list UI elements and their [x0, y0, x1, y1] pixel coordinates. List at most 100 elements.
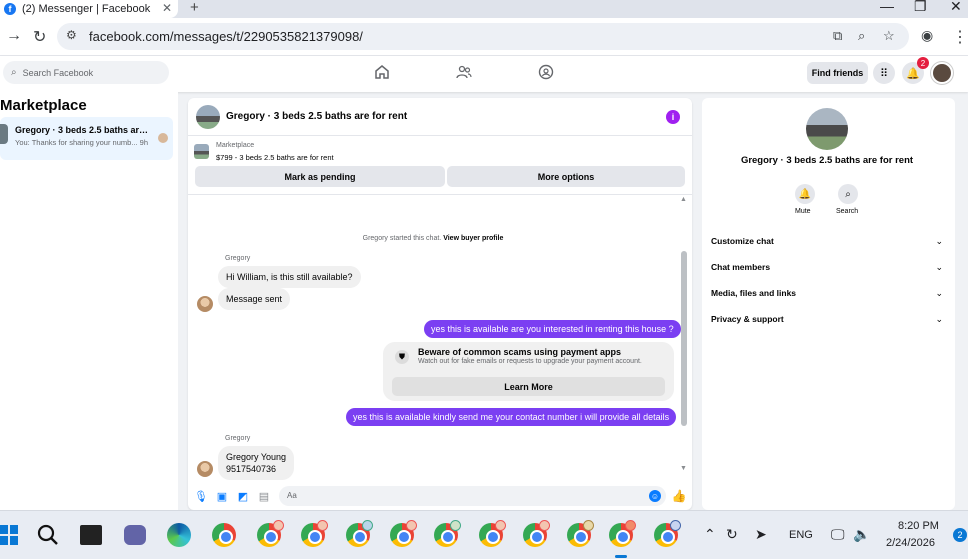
- edge-icon[interactable]: [167, 523, 191, 547]
- zoom-icon[interactable]: ⌕: [858, 28, 865, 44]
- teams-icon[interactable]: [124, 525, 146, 545]
- sync-icon[interactable]: ↻: [726, 526, 738, 543]
- facebook-search-input[interactable]: ⌕ Search Facebook: [3, 61, 169, 84]
- view-buyer-profile-link[interactable]: View buyer profile: [443, 235, 503, 242]
- message-input[interactable]: Aa ☺: [279, 486, 666, 506]
- close-window-button[interactable]: ✕: [950, 0, 962, 15]
- task-view-icon[interactable]: [80, 525, 102, 545]
- sender-avatar[interactable]: [197, 296, 213, 312]
- microphone-icon[interactable]: 🎙: [194, 490, 208, 503]
- sender-avatar[interactable]: [197, 461, 213, 477]
- sticker-icon[interactable]: ◩: [237, 490, 249, 503]
- forward-icon[interactable]: →: [6, 27, 22, 45]
- chat-members-row[interactable]: Chat members ⌄: [711, 259, 943, 275]
- outgoing-message[interactable]: yes this is available kindly send me you…: [346, 408, 677, 426]
- learn-more-button[interactable]: Learn More: [392, 377, 665, 396]
- minimize-button[interactable]: —: [880, 0, 894, 14]
- privacy-support-row[interactable]: Privacy & support ⌄: [711, 311, 943, 327]
- marketplace-conversations-panel: Marketplace Gregory · 3 beds 2.5 baths a…: [0, 92, 178, 510]
- mark-as-pending-button[interactable]: Mark as pending: [195, 166, 445, 187]
- url-text[interactable]: facebook.com/messages/t/2290535821379098…: [89, 29, 363, 44]
- find-friends-button[interactable]: Find friends: [807, 62, 868, 84]
- emoji-icon[interactable]: ☺: [649, 490, 661, 502]
- row-label: Privacy & support: [711, 314, 784, 324]
- media-files-links-row[interactable]: Media, files and links ⌄: [711, 285, 943, 301]
- chrome-profile-icon[interactable]: [301, 520, 328, 547]
- url-omnibox[interactable]: ⚙ facebook.com/messages/t/22905358213790…: [57, 23, 909, 50]
- clock-date[interactable]: 2/24/2026: [886, 537, 935, 549]
- chrome-profile-icon[interactable]: [523, 520, 550, 547]
- search-placeholder: Search Facebook: [22, 67, 94, 78]
- profile-icon[interactable]: ◉: [921, 27, 933, 44]
- menu-grid-icon[interactable]: ⠿: [873, 62, 895, 84]
- outgoing-message[interactable]: yes this is available are you interested…: [424, 320, 681, 338]
- network-icon[interactable]: 🖵: [831, 526, 845, 543]
- notification-badge: 2: [917, 57, 929, 69]
- chrome-profile-icon[interactable]: [567, 520, 594, 547]
- chrome-active-icon[interactable]: [609, 520, 636, 547]
- chevron-down-icon: ⌄: [935, 287, 943, 298]
- incoming-message[interactable]: Gregory Young 9517540736: [218, 446, 295, 480]
- chrome-icon[interactable]: [212, 523, 236, 547]
- reload-icon[interactable]: ↻: [33, 27, 46, 47]
- groups-icon[interactable]: [538, 64, 554, 80]
- chrome-profile-icon[interactable]: [479, 520, 506, 547]
- system-note: Gregory started this chat. View buyer pr…: [188, 235, 678, 242]
- photo-icon[interactable]: ▣: [216, 490, 228, 503]
- profile-badge-icon: [317, 520, 328, 531]
- thumbs-up-icon[interactable]: 👍: [672, 489, 687, 503]
- scroll-thumb[interactable]: [681, 251, 687, 426]
- maximize-button[interactable]: ❐: [914, 0, 927, 15]
- conversation-item[interactable]: Gregory · 3 beds 2.5 baths are for rent …: [0, 117, 173, 160]
- row-label: Customize chat: [711, 236, 774, 246]
- browser-tab[interactable]: f (2) Messenger | Facebook ✕: [0, 0, 178, 18]
- install-app-icon[interactable]: ⧉: [833, 28, 842, 44]
- profile-badge-icon: [539, 520, 550, 531]
- language-indicator[interactable]: ENG: [789, 529, 813, 541]
- chrome-profile-icon[interactable]: [257, 520, 284, 547]
- panel-title: Marketplace: [0, 97, 87, 114]
- incoming-message[interactable]: Hi William, is this still available?: [218, 266, 361, 288]
- show-hidden-icons-chevron-icon[interactable]: ⌃: [704, 526, 716, 543]
- chevron-down-icon: ⌄: [935, 235, 943, 246]
- chat-title[interactable]: Gregory · 3 beds 2.5 baths are for rent: [226, 111, 407, 122]
- scroll-down-icon[interactable]: ▼: [680, 465, 687, 472]
- browser-menu-icon[interactable]: ⋮: [952, 27, 968, 47]
- windows-start-icon[interactable]: [0, 525, 18, 545]
- search-label: Search: [836, 208, 859, 215]
- volume-icon[interactable]: 🔈: [853, 526, 870, 543]
- home-icon[interactable]: [374, 64, 390, 80]
- incoming-message[interactable]: Message sent: [218, 288, 291, 310]
- bookmark-star-icon[interactable]: ☆: [883, 28, 895, 44]
- listing-profile-avatar[interactable]: [806, 108, 848, 150]
- profile-badge-icon: [670, 520, 681, 531]
- friends-icon[interactable]: [456, 64, 472, 80]
- chat-scrollbar[interactable]: ▲ ▼: [680, 196, 688, 478]
- more-options-button[interactable]: More options: [447, 166, 685, 187]
- customize-chat-row[interactable]: Customize chat ⌄: [711, 233, 943, 249]
- notification-center-badge[interactable]: 2: [953, 528, 967, 542]
- chrome-profile-icon[interactable]: [654, 520, 681, 547]
- read-receipt-avatar: [158, 133, 168, 143]
- chrome-profile-icon[interactable]: [434, 520, 461, 547]
- search-icon[interactable]: [37, 524, 59, 546]
- message-placeholder: Aa: [287, 491, 297, 500]
- gif-icon[interactable]: ▤: [258, 490, 270, 503]
- contact-name-line: Gregory Young: [226, 452, 287, 462]
- listing-avatar[interactable]: [196, 105, 220, 129]
- clock-time[interactable]: 8:20 PM: [898, 520, 939, 532]
- mute-bell-icon[interactable]: 🔔: [795, 184, 815, 204]
- chrome-profile-icon[interactable]: [390, 520, 417, 547]
- new-tab-button[interactable]: +: [190, 0, 199, 16]
- site-settings-icon[interactable]: ⚙: [66, 28, 77, 42]
- browser-tab-strip: f (2) Messenger | Facebook ✕ + — ❐ ✕: [0, 0, 968, 18]
- chrome-profile-icon[interactable]: [346, 520, 373, 547]
- info-icon[interactable]: i: [666, 110, 680, 124]
- account-avatar[interactable]: [931, 62, 953, 84]
- chat-header: Gregory · 3 beds 2.5 baths are for rent …: [188, 98, 692, 136]
- scroll-up-icon[interactable]: ▲: [680, 196, 687, 203]
- sender-name: Gregory: [225, 435, 251, 442]
- tab-close-icon[interactable]: ✕: [162, 1, 172, 15]
- location-icon[interactable]: ➤: [755, 526, 767, 543]
- search-icon[interactable]: ⌕: [838, 184, 858, 204]
